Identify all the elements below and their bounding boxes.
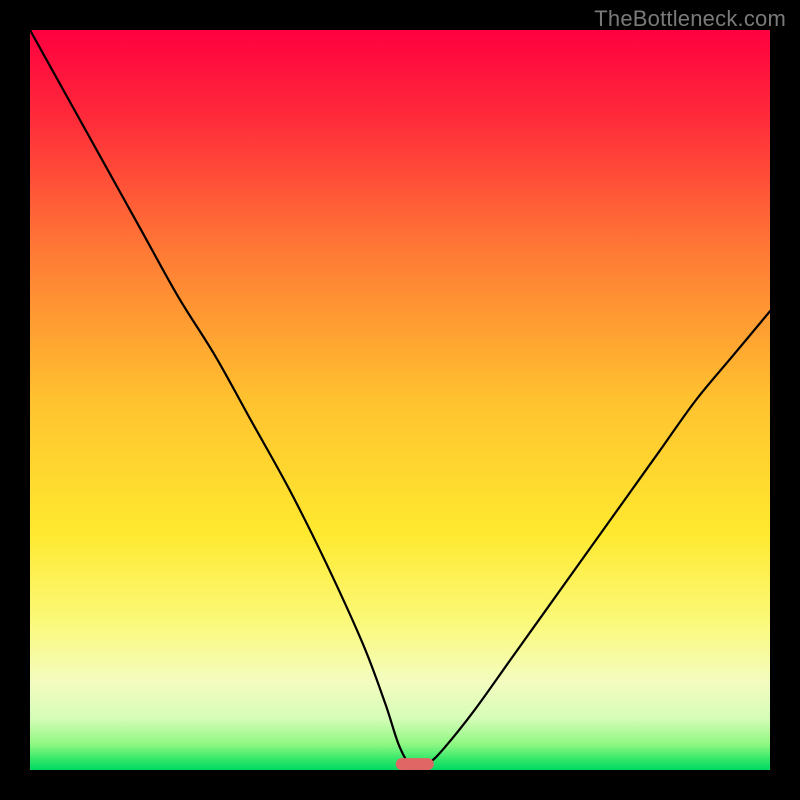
chart-frame: TheBottleneck.com bbox=[0, 0, 800, 800]
chart-svg bbox=[30, 30, 770, 770]
minimum-marker bbox=[396, 758, 434, 770]
gradient-background bbox=[30, 30, 770, 770]
chart-plot-area bbox=[30, 30, 770, 770]
watermark-text: TheBottleneck.com bbox=[594, 6, 786, 32]
